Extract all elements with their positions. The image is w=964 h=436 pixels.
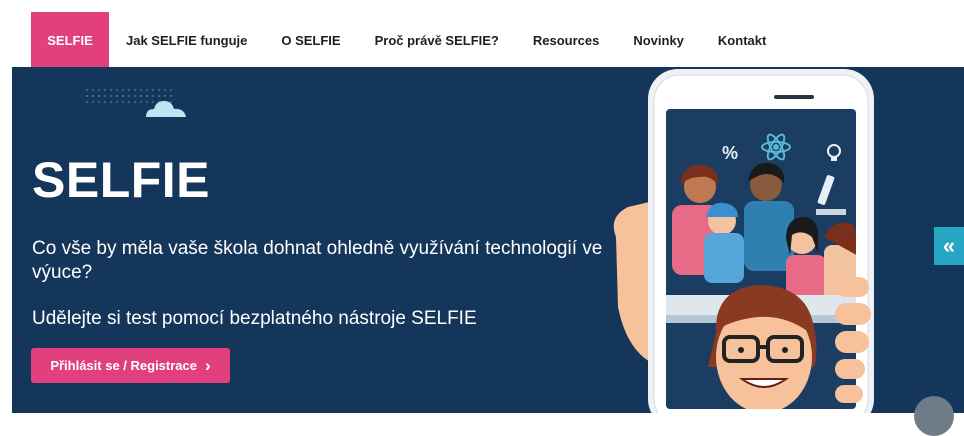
- top-navigation: SELFIE Jak SELFIE funguje O SELFIE Proč …: [0, 0, 964, 74]
- phone-illustration: %: [613, 69, 874, 413]
- nav-item-kontakt[interactable]: Kontakt: [701, 12, 783, 68]
- login-register-label: Přihlásit se / Registrace: [50, 358, 197, 373]
- nav-item-selfie[interactable]: SELFIE: [31, 12, 109, 74]
- nav-item-novinky[interactable]: Novinky: [616, 12, 701, 68]
- side-collapse-tab[interactable]: «: [934, 227, 964, 265]
- nav-item-resources[interactable]: Resources: [516, 12, 616, 68]
- scroll-to-top-button[interactable]: [914, 396, 954, 436]
- cloud-icon: [146, 101, 186, 117]
- chevron-right-icon: ›: [205, 356, 211, 375]
- percent-icon: %: [722, 143, 738, 163]
- nav-menu: SELFIE Jak SELFIE funguje O SELFIE Proč …: [31, 12, 783, 74]
- double-chevron-left-icon: «: [942, 233, 956, 258]
- hero-question: Co vše by měla vaše škola dohnat ohledně…: [32, 238, 603, 283]
- nav-item-proc-prave-selfie[interactable]: Proč právě SELFIE?: [358, 12, 516, 68]
- hero-title: SELFIE: [32, 152, 211, 208]
- nav-item-jak-selfie-funguje[interactable]: Jak SELFIE funguje: [109, 12, 264, 68]
- hero-subtitle: Udělejte si test pomocí bezplatného nást…: [32, 308, 477, 329]
- login-register-button[interactable]: Přihlásit se / Registrace ›: [31, 348, 230, 383]
- nav-item-o-selfie[interactable]: O SELFIE: [264, 12, 357, 68]
